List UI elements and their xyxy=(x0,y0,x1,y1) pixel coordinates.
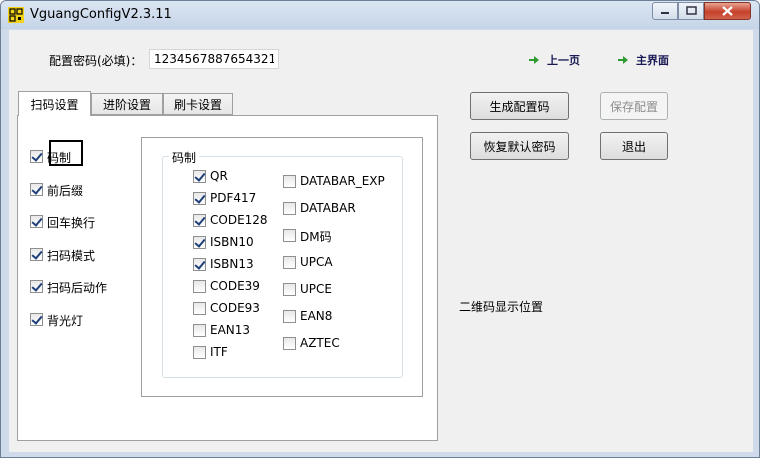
codes-group-legend: 码制 xyxy=(169,149,200,166)
code-col2-4-label[interactable]: UPCE xyxy=(300,282,332,296)
code-col2-5-label[interactable]: EAN8 xyxy=(300,309,332,323)
save-config-button[interactable]: 保存配置 xyxy=(600,92,668,120)
tab-label: 扫码设置 xyxy=(30,97,79,112)
close-button[interactable] xyxy=(704,2,751,20)
app-window: VguangConfigV2.3.11 配置密码(必填)： 上一页 主界面 生成… xyxy=(0,0,760,458)
option-1-label[interactable]: 前后缀 xyxy=(47,182,83,199)
password-label: 配置密码(必填)： xyxy=(49,54,143,68)
option-0-checkbox[interactable] xyxy=(30,150,43,163)
code-col1-1-checkbox[interactable] xyxy=(193,192,206,205)
main-page-label: 主界面 xyxy=(636,54,669,67)
app-icon xyxy=(8,7,24,23)
code-col1-8-checkbox[interactable] xyxy=(193,346,206,359)
code-col2-6-label[interactable]: AZTEC xyxy=(300,336,340,350)
code-col1-4-checkbox[interactable] xyxy=(193,258,206,271)
option-2-checkbox[interactable] xyxy=(30,215,43,229)
main-page-link[interactable]: 主界面 xyxy=(618,52,669,68)
maximize-button[interactable] xyxy=(678,2,704,20)
code-col1-4-label[interactable]: ISBN13 xyxy=(210,257,254,271)
arrow-right-icon xyxy=(618,56,628,64)
prev-page-link[interactable]: 上一页 xyxy=(529,52,580,68)
code-col1-2-checkbox[interactable] xyxy=(193,214,206,227)
code-col1-5-label[interactable]: CODE39 xyxy=(210,279,260,293)
option-5-label[interactable]: 背光灯 xyxy=(47,312,83,329)
prev-page-label: 上一页 xyxy=(547,54,580,67)
code-col1-7-label[interactable]: EAN13 xyxy=(210,323,250,337)
option-2-label[interactable]: 回车换行 xyxy=(47,214,95,231)
tab-card-settings[interactable]: 刷卡设置 xyxy=(163,93,233,115)
code-col2-0-label[interactable]: DATABAR_EXP xyxy=(300,174,385,188)
password-input[interactable] xyxy=(149,49,279,69)
code-col1-7-checkbox[interactable] xyxy=(193,324,206,337)
code-col2-4-checkbox[interactable] xyxy=(283,283,296,296)
option-4-checkbox[interactable] xyxy=(30,280,43,294)
code-col1-6-checkbox[interactable] xyxy=(193,302,206,315)
option-1-checkbox[interactable] xyxy=(30,182,43,196)
code-col2-1-label[interactable]: DATABAR xyxy=(300,201,356,215)
code-col2-2-label[interactable]: DM码 xyxy=(300,228,332,245)
qr-display-placeholder: 二维码显示位置 xyxy=(459,300,544,314)
code-col2-6-checkbox[interactable] xyxy=(283,337,296,350)
option-5-checkbox[interactable] xyxy=(30,313,43,326)
maximize-icon xyxy=(686,6,697,15)
option-3-checkbox[interactable] xyxy=(30,247,43,261)
window-title: VguangConfigV2.3.11 xyxy=(30,7,172,22)
arrow-right-icon xyxy=(529,56,539,64)
code-col2-3-checkbox[interactable] xyxy=(283,256,296,269)
code-col1-3-label[interactable]: ISBN10 xyxy=(210,235,254,249)
option-4-label[interactable]: 扫码后动作 xyxy=(47,279,107,296)
code-col2-5-checkbox[interactable] xyxy=(283,310,296,323)
code-col1-8-label[interactable]: ITF xyxy=(210,345,228,359)
client-area: 配置密码(必填)： 上一页 主界面 生成配置码 保存配置 恢复默认密码 退出 二… xyxy=(9,30,753,452)
code-col1-1-label[interactable]: PDF417 xyxy=(210,191,256,205)
code-col1-3-checkbox[interactable] xyxy=(193,236,206,249)
tab-scan-settings[interactable]: 扫码设置 xyxy=(18,91,91,116)
code-col2-1-checkbox[interactable] xyxy=(283,202,296,215)
code-col1-6-label[interactable]: CODE93 xyxy=(210,301,260,315)
code-col1-0-checkbox[interactable] xyxy=(193,170,206,183)
code-col1-0-label[interactable]: QR xyxy=(210,169,228,183)
code-col2-3-label[interactable]: UPCA xyxy=(300,255,333,269)
restore-default-password-button[interactable]: 恢复默认密码 xyxy=(470,132,569,160)
tab-label: 进阶设置 xyxy=(102,97,151,112)
exit-button[interactable]: 退出 xyxy=(600,132,668,160)
code-col2-0-checkbox[interactable] xyxy=(283,175,296,188)
title-bar[interactable]: VguangConfigV2.3.11 xyxy=(1,1,759,29)
code-col1-2-label[interactable]: CODE128 xyxy=(210,213,268,227)
close-icon xyxy=(722,6,733,16)
generate-config-button[interactable]: 生成配置码 xyxy=(470,92,569,120)
minimize-icon xyxy=(661,12,669,14)
option-3-label[interactable]: 扫码模式 xyxy=(47,247,95,264)
code-col1-5-checkbox[interactable] xyxy=(193,280,206,293)
code-col2-2-checkbox[interactable] xyxy=(283,229,296,242)
minimize-button[interactable] xyxy=(652,2,678,20)
tab-advanced-settings[interactable]: 进阶设置 xyxy=(91,93,163,115)
tab-label: 刷卡设置 xyxy=(173,97,222,112)
option-0-label[interactable]: 码制 xyxy=(47,149,71,166)
